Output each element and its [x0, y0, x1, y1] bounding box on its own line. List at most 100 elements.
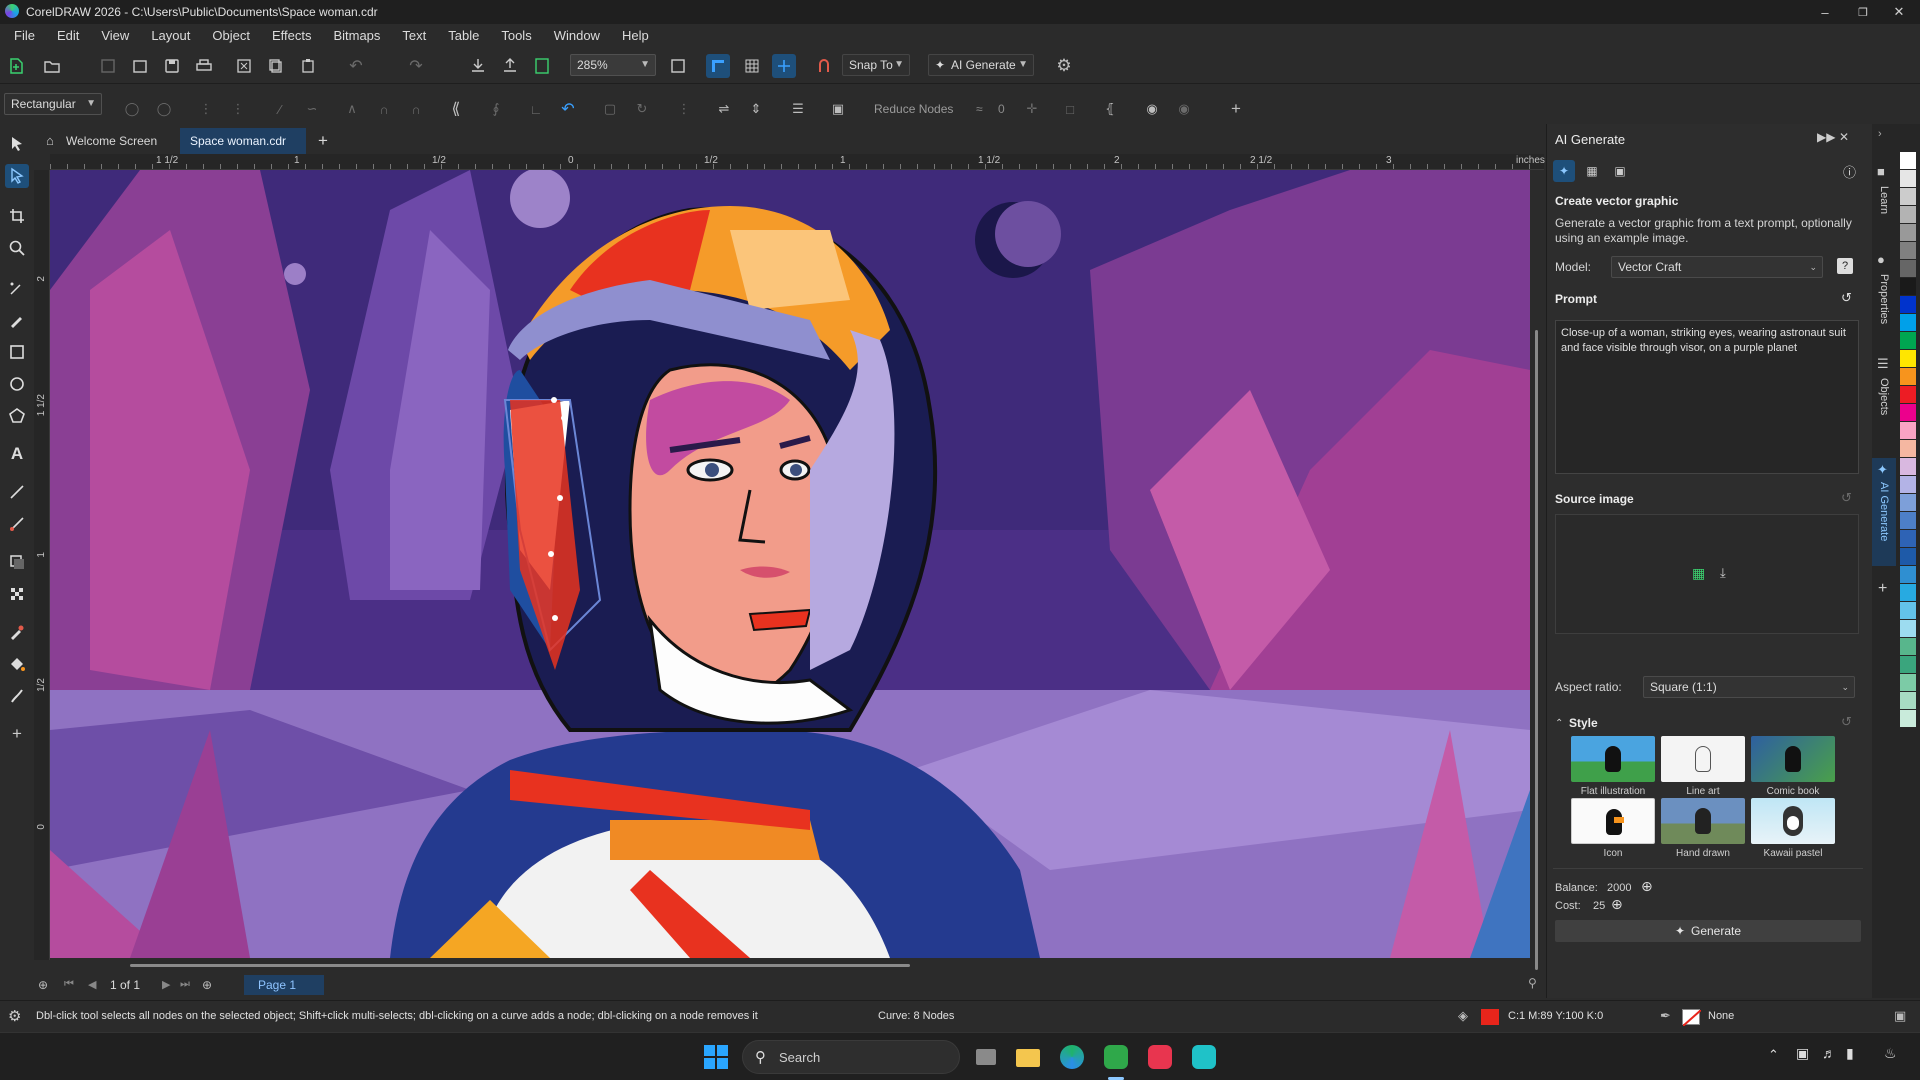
rotate-nodes-button[interactable]: ↻ [630, 97, 654, 121]
color-proof-icon[interactable]: ▣ [1894, 1008, 1906, 1024]
reset-prompt-button[interactable]: ↺ [1841, 290, 1852, 306]
cusp-node-button[interactable]: ∧ [340, 97, 364, 121]
info-icon[interactable]: ⓘ [1843, 162, 1856, 181]
freehand-tool[interactable] [5, 276, 29, 300]
corel-font-manager-button[interactable] [1190, 1043, 1218, 1071]
menu-view[interactable]: View [90, 24, 140, 48]
vertical-ruler[interactable]: 2 1 1/2 1 1/2 0 [34, 170, 50, 960]
palette-swatch[interactable] [1900, 566, 1916, 583]
new-tab-button[interactable]: + [310, 128, 338, 154]
previous-page-button[interactable]: ◀ [88, 978, 96, 991]
save-button[interactable] [96, 54, 120, 78]
rectangle-tool[interactable] [5, 340, 29, 364]
palette-swatch[interactable] [1900, 584, 1916, 601]
extract-subpath-button[interactable]: ∟ [524, 97, 548, 121]
paste-button[interactable] [296, 54, 320, 78]
add-credits-button[interactable]: ⊕ [1641, 878, 1653, 895]
menu-table[interactable]: Table [437, 24, 490, 48]
cost-info-icon[interactable]: ⊕ [1611, 896, 1623, 913]
tab-ai-generate[interactable]: ✦ AI Generate [1872, 458, 1896, 566]
space-woman-illustration[interactable] [50, 170, 1530, 958]
style-kawaii-pastel[interactable] [1751, 798, 1835, 844]
palette-swatch[interactable] [1900, 170, 1916, 187]
model-help-button[interactable]: ? [1837, 258, 1853, 274]
style-hand-drawn[interactable] [1661, 798, 1745, 844]
open-recent-button[interactable] [128, 54, 152, 78]
artistic-media-tool[interactable] [5, 308, 29, 332]
polygon-tool[interactable] [5, 404, 29, 428]
palette-swatch[interactable] [1900, 512, 1916, 529]
prompt-textarea[interactable]: Close-up of a woman, striking eyes, wear… [1555, 320, 1859, 474]
palette-swatch[interactable] [1900, 332, 1916, 349]
tray-battery-icon[interactable]: ▮ [1846, 1045, 1854, 1062]
import-image-icon[interactable]: ⤓ [1720, 565, 1726, 581]
select-object-icon[interactable]: ▦ [1692, 565, 1705, 582]
tray-volume-icon[interactable]: ♬ [1822, 1045, 1836, 1061]
palette-swatch[interactable] [1900, 386, 1916, 403]
style-comic-book[interactable] [1751, 736, 1835, 782]
reset-style-button[interactable]: ↺ [1841, 714, 1852, 730]
generate-image-mode-button[interactable]: ▣ [1609, 160, 1631, 182]
align-nodes-button[interactable]: ⋮ [672, 97, 696, 121]
horizontal-scrollbar[interactable] [130, 964, 910, 967]
generate-button[interactable]: ✦ Generate [1555, 920, 1861, 942]
palette-swatch[interactable] [1900, 620, 1916, 637]
palette-swatch[interactable] [1900, 296, 1916, 313]
menu-help[interactable]: Help [611, 24, 660, 48]
smooth-node-button[interactable]: ∩ [372, 97, 396, 121]
add-node-button[interactable]: ◯ [120, 97, 144, 121]
menu-text[interactable]: Text [391, 24, 437, 48]
menu-file[interactable]: File [3, 24, 46, 48]
palette-swatch[interactable] [1900, 602, 1916, 619]
to-line-button[interactable]: ∕ [268, 97, 292, 121]
palette-swatch[interactable] [1900, 206, 1916, 223]
fill-color-swatch[interactable] [1481, 1009, 1499, 1025]
chevron-up-icon[interactable]: ⌃ [1555, 718, 1563, 729]
save-as-button[interactable] [160, 54, 184, 78]
palette-swatch[interactable] [1900, 404, 1916, 421]
show-rulers-button[interactable] [706, 54, 730, 78]
image-to-vector-mode-button[interactable]: ▦ [1581, 160, 1603, 182]
zoom-level-dropdown[interactable]: 285% ▼ [570, 54, 656, 76]
menu-bitmaps[interactable]: Bitmaps [322, 24, 391, 48]
palette-swatch[interactable] [1900, 152, 1916, 169]
new-document-button[interactable] [4, 54, 28, 78]
palette-swatch[interactable] [1900, 638, 1916, 655]
zoom-tool[interactable] [5, 236, 29, 260]
tray-chevron-up-icon[interactable]: ⌃ [1768, 1047, 1779, 1063]
horizontal-ruler[interactable]: 1 1/2 1 1/2 0 1/2 1 1 1/2 2 2 1/2 3 inch… [50, 154, 1545, 170]
palette-swatch[interactable] [1900, 692, 1916, 709]
add-page-before-button[interactable]: ⊕ [38, 978, 48, 992]
outline-color-swatch[interactable] [1682, 1009, 1702, 1027]
palette-swatch[interactable] [1900, 440, 1916, 457]
close-curve-button[interactable]: ↶ [556, 97, 580, 121]
palette-swatch[interactable] [1900, 242, 1916, 259]
drop-shadow-tool[interactable] [5, 550, 29, 574]
transparency-tool[interactable] [5, 582, 29, 606]
palette-swatch[interactable] [1900, 710, 1916, 727]
undo-button[interactable]: ↶ [344, 54, 368, 78]
smart-fill-tool[interactable] [5, 684, 29, 708]
reset-source-button[interactable]: ↺ [1841, 490, 1852, 506]
selection-mode-dropdown[interactable]: Rectangular ▼ [4, 93, 102, 115]
last-page-button[interactable]: ⏭ [180, 978, 190, 991]
add-page-after-button[interactable]: ⊕ [202, 978, 212, 992]
photo-paint-taskbar-button[interactable] [1146, 1043, 1174, 1071]
mirror-vertical-button[interactable]: ⇕ [744, 97, 768, 121]
open-button[interactable] [40, 54, 64, 78]
smoothness-slider-button[interactable]: ✛ [1020, 97, 1044, 121]
join-nodes-button[interactable]: ⋮ [194, 97, 218, 121]
ai-generate-toolbar-button[interactable]: ✦ AI Generate ▼ [928, 54, 1034, 76]
docker-close-button[interactable]: ✕ [1839, 130, 1849, 144]
vertical-scrollbar[interactable] [1535, 330, 1538, 970]
copy-button[interactable] [264, 54, 288, 78]
customize-toolbar-button[interactable]: + [1224, 97, 1248, 121]
style-icon[interactable] [1571, 798, 1655, 844]
reduce-nodes-button[interactable]: Reduce Nodes [874, 97, 953, 121]
snap-to-dropdown[interactable]: Snap To ▼ [842, 54, 910, 76]
close-button[interactable]: ✕ [1876, 0, 1920, 24]
start-button[interactable] [704, 1045, 728, 1069]
tab-properties[interactable]: ● Properties [1872, 252, 1896, 348]
to-curve-button[interactable]: ∽ [300, 97, 324, 121]
publish-pdf-button[interactable] [530, 54, 554, 78]
